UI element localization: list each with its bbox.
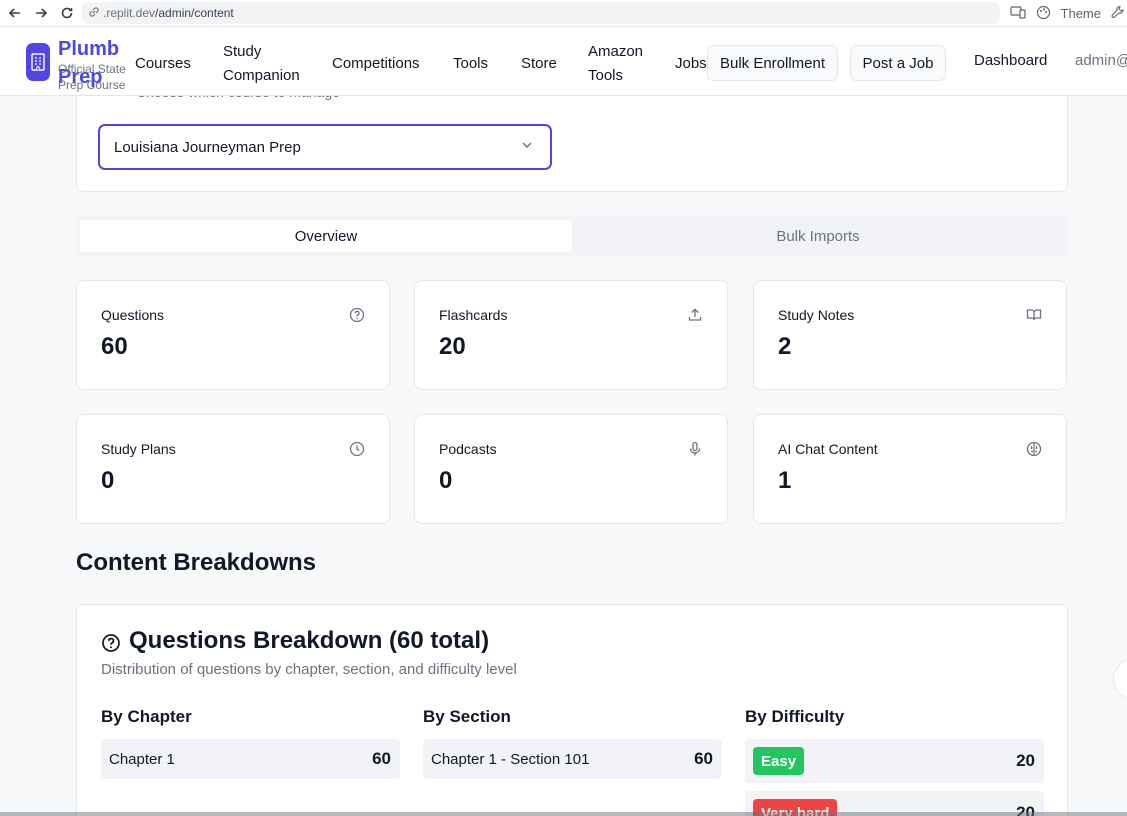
url-path: /admin/content: [155, 6, 234, 20]
stat-label: AI Chat Content: [778, 441, 878, 457]
by-section-heading: By Section: [423, 707, 511, 726]
logo-building-icon[interactable]: [26, 43, 50, 81]
help-circle-icon: [349, 307, 365, 323]
stat-card-ai-chat-content: AI Chat Content 1: [753, 414, 1067, 524]
upload-icon: [687, 307, 703, 323]
url-host: .replit.dev: [103, 6, 156, 20]
course-select-value: Louisiana Journeyman Prep: [114, 138, 301, 156]
chapter-row: Chapter 1 60: [101, 739, 400, 779]
browser-actions: Theme: [1009, 0, 1127, 27]
bulk-enrollment-button[interactable]: Bulk Enrollment: [707, 45, 838, 81]
devices-icon[interactable]: [1009, 5, 1026, 22]
floating-help-button[interactable]: [1113, 659, 1127, 699]
stat-card-questions: Questions 60: [76, 280, 390, 390]
questions-breakdown-subtitle: Distribution of questions by chapter, se…: [101, 661, 517, 678]
reload-icon[interactable]: [56, 2, 78, 24]
logo-subtitle: Official State Prep Course: [58, 62, 126, 92]
chapter-label: Chapter 1: [109, 750, 175, 768]
difficulty-badge-easy: Easy: [753, 747, 805, 775]
link-icon: [88, 6, 100, 21]
brain-icon: [1026, 441, 1042, 457]
wrench-icon[interactable]: [1111, 5, 1125, 22]
clock-icon: [349, 441, 365, 457]
user-menu[interactable]: admin@: [1075, 52, 1127, 69]
section-label: Chapter 1 - Section 101: [431, 750, 590, 768]
mic-icon: [687, 441, 703, 457]
stat-label: Study Plans: [101, 441, 176, 457]
stat-card-flashcards: Flashcards 20: [414, 280, 728, 390]
stat-value: 1: [778, 467, 792, 494]
stat-card-study-plans: Study Plans 0: [76, 414, 390, 524]
chevron-down-icon: [520, 138, 534, 156]
help-circle-icon: [101, 633, 121, 653]
difficulty-row: Easy 20: [745, 739, 1044, 783]
stat-label: Study Notes: [778, 307, 855, 323]
nav-jobs[interactable]: Jobs: [675, 52, 707, 76]
by-difficulty-heading: By Difficulty: [745, 707, 845, 726]
course-select[interactable]: Louisiana Journeyman Prep: [98, 124, 552, 170]
chapter-count: 60: [372, 749, 391, 768]
difficulty-count: 20: [1016, 751, 1035, 770]
tab-bulk-imports[interactable]: Bulk Imports: [572, 220, 1064, 252]
nav-study-companion[interactable]: Study Companion: [223, 40, 313, 88]
content-breakdowns-heading: Content Breakdowns: [76, 549, 317, 576]
back-arrow-icon[interactable]: [4, 2, 26, 24]
address-bar[interactable]: .replit.dev/admin/content: [82, 2, 1000, 24]
book-open-icon: [1026, 307, 1042, 323]
theme-label[interactable]: Theme: [1061, 6, 1101, 21]
questions-breakdown-card: Questions Breakdown (60 total) Distribut…: [76, 604, 1068, 816]
stat-label: Flashcards: [439, 307, 508, 323]
content-tabs: Overview Bulk Imports: [76, 216, 1068, 256]
stat-value: 20: [439, 333, 466, 360]
app-header: Plumb Prep Courses Study Companion Compe…: [0, 28, 1127, 96]
stat-value: 60: [101, 333, 128, 360]
palette-icon[interactable]: [1036, 5, 1051, 23]
stat-card-podcasts: Podcasts 0: [414, 414, 728, 524]
nav-competitions[interactable]: Competitions: [332, 52, 420, 76]
stat-value: 2: [778, 333, 792, 360]
nav-tools[interactable]: Tools: [453, 52, 488, 76]
nav-amazon-tools[interactable]: Amazon Tools: [588, 40, 658, 88]
dashboard-link[interactable]: Dashboard: [974, 52, 1047, 69]
stat-label: Questions: [101, 307, 165, 323]
section-count: 60: [694, 749, 713, 768]
browser-toolbar: .replit.dev/admin/content Theme: [0, 0, 1127, 27]
tab-overview[interactable]: Overview: [80, 220, 572, 252]
questions-breakdown-title: Questions Breakdown (60 total): [129, 627, 490, 654]
stat-value: 0: [101, 467, 115, 494]
forward-arrow-icon[interactable]: [30, 2, 52, 24]
horizontal-scrollbar[interactable]: [0, 812, 1127, 816]
by-chapter-heading: By Chapter: [101, 707, 192, 726]
nav-store[interactable]: Store: [521, 52, 557, 76]
section-row: Chapter 1 - Section 101 60: [423, 739, 722, 779]
stat-value: 0: [439, 467, 453, 494]
stat-label: Podcasts: [439, 441, 497, 457]
post-job-button[interactable]: Post a Job: [850, 45, 946, 81]
stat-card-study-notes: Study Notes 2: [753, 280, 1067, 390]
